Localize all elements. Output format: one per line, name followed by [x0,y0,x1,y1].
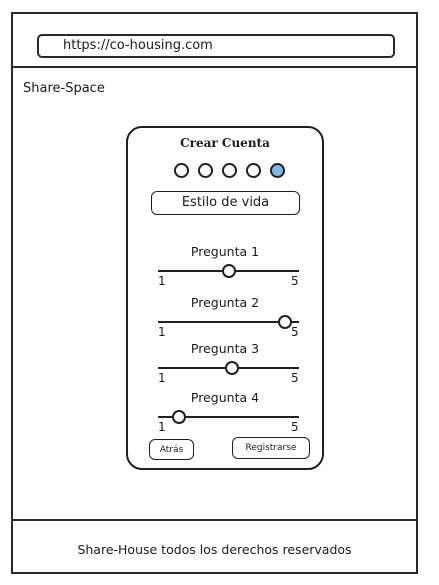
slider-thumb[interactable] [172,410,187,424]
slider-max-label: 5 [291,371,299,385]
url-bar[interactable]: https://co-housing.com [37,34,395,58]
question-label: Pregunta 2 [190,295,260,310]
slider-max-label: 5 [291,274,299,288]
site-name: Share-Space [23,81,105,96]
slider-thumb[interactable] [277,315,292,329]
slider-min-label: 1 [158,420,166,434]
slider-track[interactable] [158,410,299,424]
step-dot-4 [246,163,261,178]
footer-text: Share-House todos los derechos reservado… [77,542,352,557]
slider-min-label: 1 [158,371,166,385]
step-dot-1 [174,163,189,178]
slider-min-label: 1 [158,274,166,288]
url-text: https://co-housing.com [63,38,213,53]
slider-max-label: 5 [291,420,299,434]
browser-window: https://co-housing.com Share-Space Crear… [11,12,418,574]
step-dot-3 [222,163,237,178]
browser-toolbar: https://co-housing.com [13,14,416,68]
slider-thumb[interactable] [221,264,236,278]
signup-card: Crear Cuenta Estilo de vida Pregunta 1 1… [126,126,324,470]
question-label: Pregunta 1 [190,244,260,259]
slider-track[interactable] [158,361,299,375]
back-button[interactable]: Atrás [149,439,194,460]
slider-track[interactable] [158,264,299,278]
slider-max-label: 5 [291,325,299,339]
step-indicator [174,163,285,178]
question-label: Pregunta 4 [190,390,260,405]
slider-track[interactable] [158,315,299,329]
slider-thumb[interactable] [225,361,240,375]
footer: Share-House todos los derechos reservado… [13,519,416,572]
question-label: Pregunta 3 [190,341,260,356]
slider-min-label: 1 [158,325,166,339]
card-title: Crear Cuenta [180,136,270,150]
section-label: Estilo de vida [151,191,300,215]
step-dot-2 [198,163,213,178]
register-button[interactable]: Registrarse [232,437,310,459]
step-dot-5 [270,163,285,178]
